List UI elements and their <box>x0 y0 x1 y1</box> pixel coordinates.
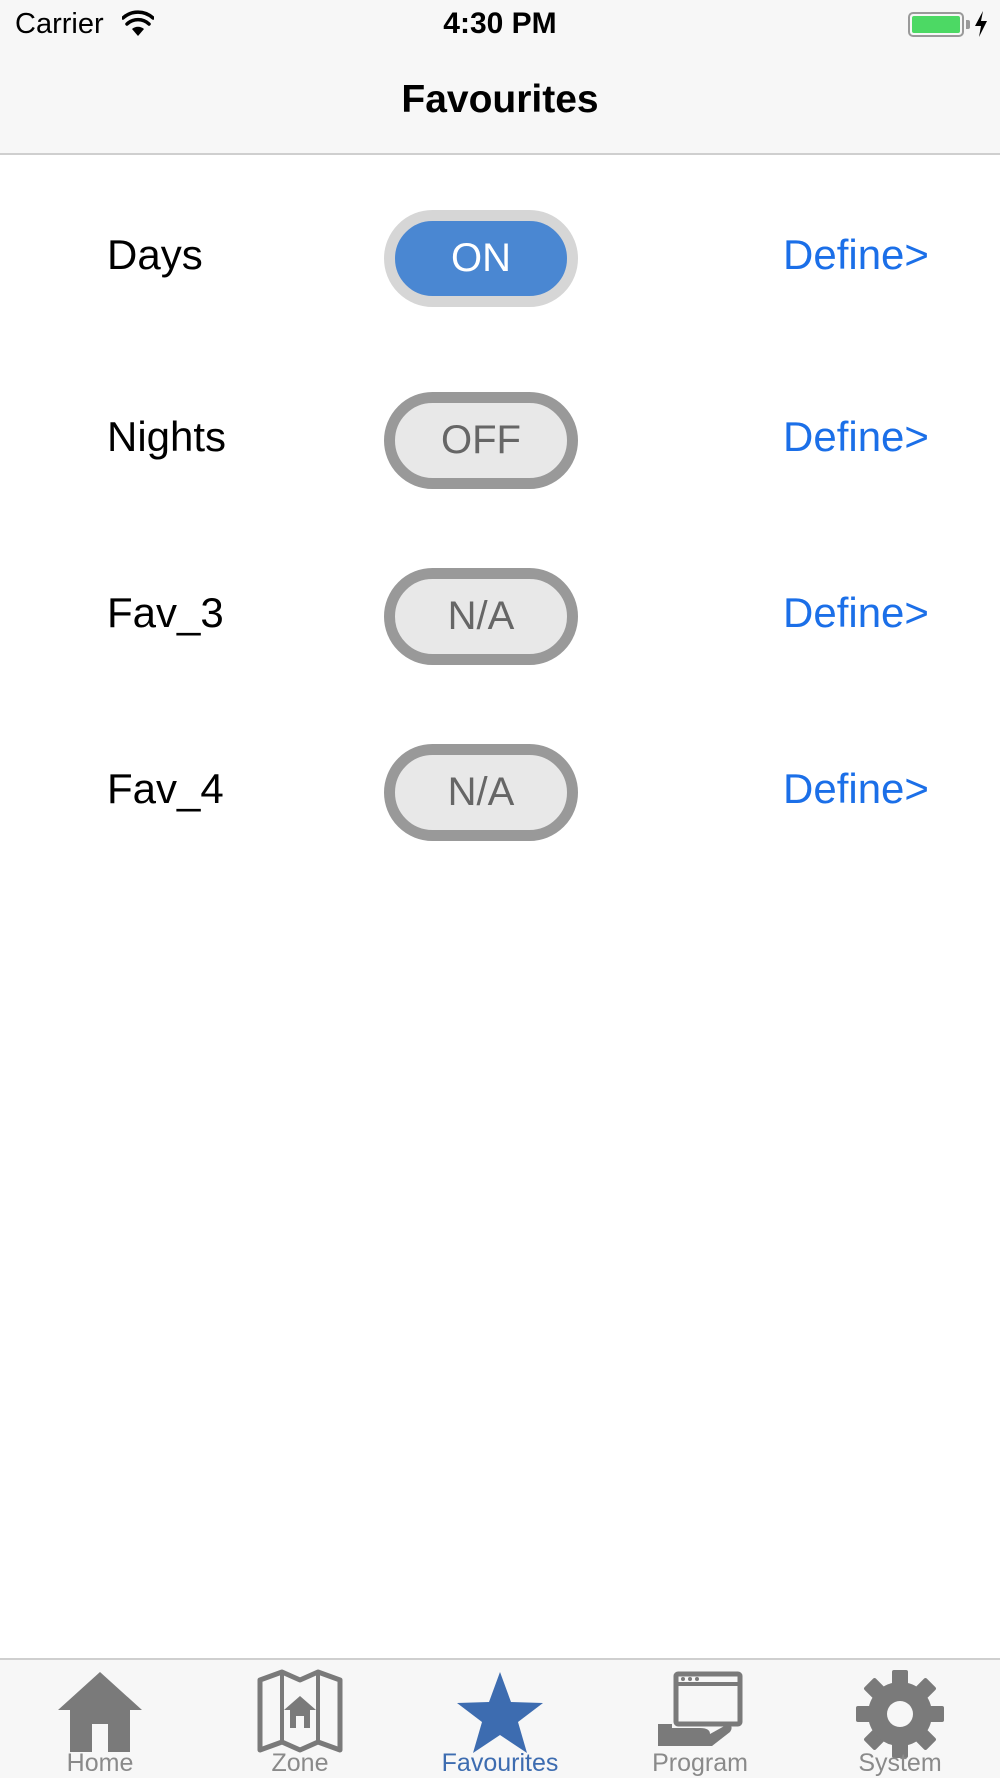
favourite-row-fav-4: Fav_4 N/A Define> <box>0 738 1000 841</box>
favourite-name: Nights <box>107 413 227 460</box>
favourite-row-days: Days ON Define> <box>0 204 1000 307</box>
tab-label: System <box>858 1749 942 1777</box>
tab-home[interactable]: Home <box>0 1660 200 1778</box>
favourite-toggle-days[interactable]: ON <box>384 210 578 307</box>
tab-label: Home <box>66 1749 134 1777</box>
tab-zone[interactable]: Zone <box>200 1660 400 1778</box>
charging-bolt-icon <box>975 11 987 37</box>
favourite-row-fav-3: Fav_3 N/A Define> <box>0 562 1000 665</box>
program-icon <box>658 1671 743 1746</box>
define-link-days[interactable]: Define> <box>783 231 929 279</box>
status-bar: Carrier 4:30 PM <box>0 0 1000 50</box>
clock: 4:30 PM <box>443 7 557 40</box>
page-title: Favourites <box>401 78 599 121</box>
favourite-row-nights: Nights OFF Define> <box>0 386 1000 489</box>
tab-label: Program <box>652 1749 748 1777</box>
tab-label: Zone <box>271 1749 329 1777</box>
tab-program[interactable]: Program <box>600 1660 800 1778</box>
tab-system[interactable]: System <box>800 1660 1000 1778</box>
battery-icon <box>908 12 964 37</box>
favourite-name: Fav_4 <box>107 765 224 812</box>
navigation-bar: Favourites <box>0 50 1000 155</box>
favourite-name: Days <box>107 231 203 278</box>
favourite-toggle-fav-3[interactable]: N/A <box>384 568 578 665</box>
home-icon <box>58 1672 142 1752</box>
zone-map-icon <box>257 1669 343 1753</box>
tab-label: Favourites <box>441 1749 559 1777</box>
tab-favourites[interactable]: Favourites <box>400 1660 600 1778</box>
favourite-name: Fav_3 <box>107 589 224 636</box>
gear-icon <box>856 1670 944 1758</box>
define-link-nights[interactable]: Define> <box>783 413 929 461</box>
favourite-toggle-fav-4[interactable]: N/A <box>384 744 578 841</box>
star-icon <box>457 1672 543 1753</box>
favourite-toggle-nights[interactable]: OFF <box>384 392 578 489</box>
tab-bar: Home Zone Favourites Program System <box>0 1658 1000 1778</box>
define-link-fav-3[interactable]: Define> <box>783 589 929 637</box>
battery-nub <box>966 20 970 29</box>
define-link-fav-4[interactable]: Define> <box>783 765 929 813</box>
